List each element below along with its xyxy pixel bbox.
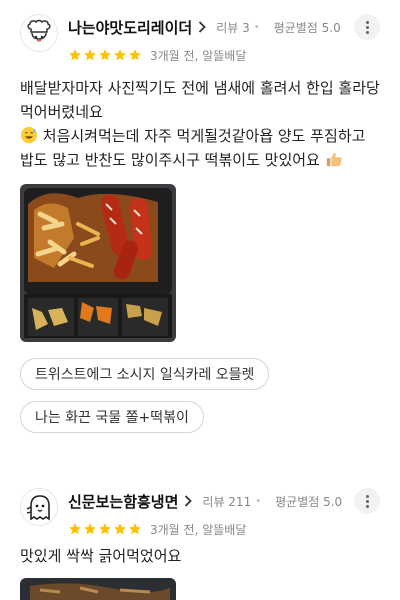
review-text-line: 처음시켜먹는데 자주 먹게될것같아욥 양도 푸짐하고 밥도 많고 반찬도 많이주… — [20, 127, 366, 169]
review-count: 리뷰 211 — [202, 494, 252, 509]
rating-row: 3개월 전, 알뜰배달 — [68, 520, 246, 538]
reviewer-info: 나는야맛도리레이더 리뷰 3 • 평균별점 5.0 — [68, 16, 341, 38]
menu-chip[interactable]: 트위스트에그 소시지 일식카레 오믈렛 — [20, 358, 270, 390]
star-icon — [114, 49, 126, 61]
food-photo-image — [20, 184, 176, 342]
more-icon — [365, 494, 369, 498]
average-rating: 평균별점 5.0 — [275, 494, 343, 509]
average-rating: 평균별점 5.0 — [273, 20, 341, 35]
more-options-button[interactable] — [354, 14, 380, 40]
star-icon — [99, 49, 111, 61]
star-icon — [99, 523, 111, 535]
star-icon — [114, 523, 126, 535]
reviewer-nickname[interactable]: 신문보는함흥냉면 — [68, 491, 178, 512]
thumbs-up-emoji-icon — [326, 152, 342, 167]
review-count: 리뷰 3 — [216, 20, 250, 35]
menu-chip[interactable]: 나는 화끈 국물 쫄+떡볶이 — [20, 401, 204, 433]
review-time-delivery: 3개월 전, 알뜰배달 — [150, 48, 247, 63]
more-icon — [365, 20, 369, 24]
sweat-smile-emoji-icon — [20, 126, 38, 144]
review-text: 배달받자마자 사진찍기도 전에 냄새에 홀려서 한입 홀라당 먹어버렸네요 처음… — [20, 76, 382, 172]
review-time-delivery: 3개월 전, 알뜰배달 — [150, 522, 247, 537]
rating-row: 3개월 전, 알뜰배달 — [68, 46, 246, 64]
star-rating — [68, 522, 142, 536]
star-icon — [69, 49, 81, 61]
review-photo[interactable] — [20, 184, 176, 342]
star-icon — [129, 523, 141, 535]
reviewer-info: 신문보는함흥냉면 리뷰 211 • 평균별점 5.0 — [68, 490, 342, 512]
reviewer-nickname[interactable]: 나는야맛도리레이더 — [68, 17, 192, 38]
avatar-chef-icon — [27, 19, 51, 42]
review-text: 맛있게 싹싹 긁어먹었어요 — [20, 544, 382, 568]
chevron-right-icon[interactable] — [198, 21, 206, 33]
separator-dot: • — [255, 495, 262, 507]
more-options-button[interactable] — [354, 488, 380, 514]
review-text-line: 맛있게 싹싹 긁어먹었어요 — [20, 547, 182, 565]
avatar-ghost-icon — [26, 495, 50, 521]
avatar[interactable] — [20, 14, 58, 52]
review-photo[interactable] — [20, 578, 176, 600]
star-icon — [69, 523, 81, 535]
review-text-line: 배달받자마자 사진찍기도 전에 냄새에 홀려서 한입 홀라당 먹어버렸네요 — [20, 79, 380, 121]
food-photo-image — [20, 578, 176, 600]
star-icon — [84, 523, 96, 535]
avatar[interactable] — [20, 488, 58, 526]
star-icon — [84, 49, 96, 61]
separator-dot: • — [253, 21, 260, 33]
chevron-right-icon[interactable] — [184, 495, 193, 507]
star-icon — [129, 49, 141, 61]
star-rating — [68, 48, 142, 62]
